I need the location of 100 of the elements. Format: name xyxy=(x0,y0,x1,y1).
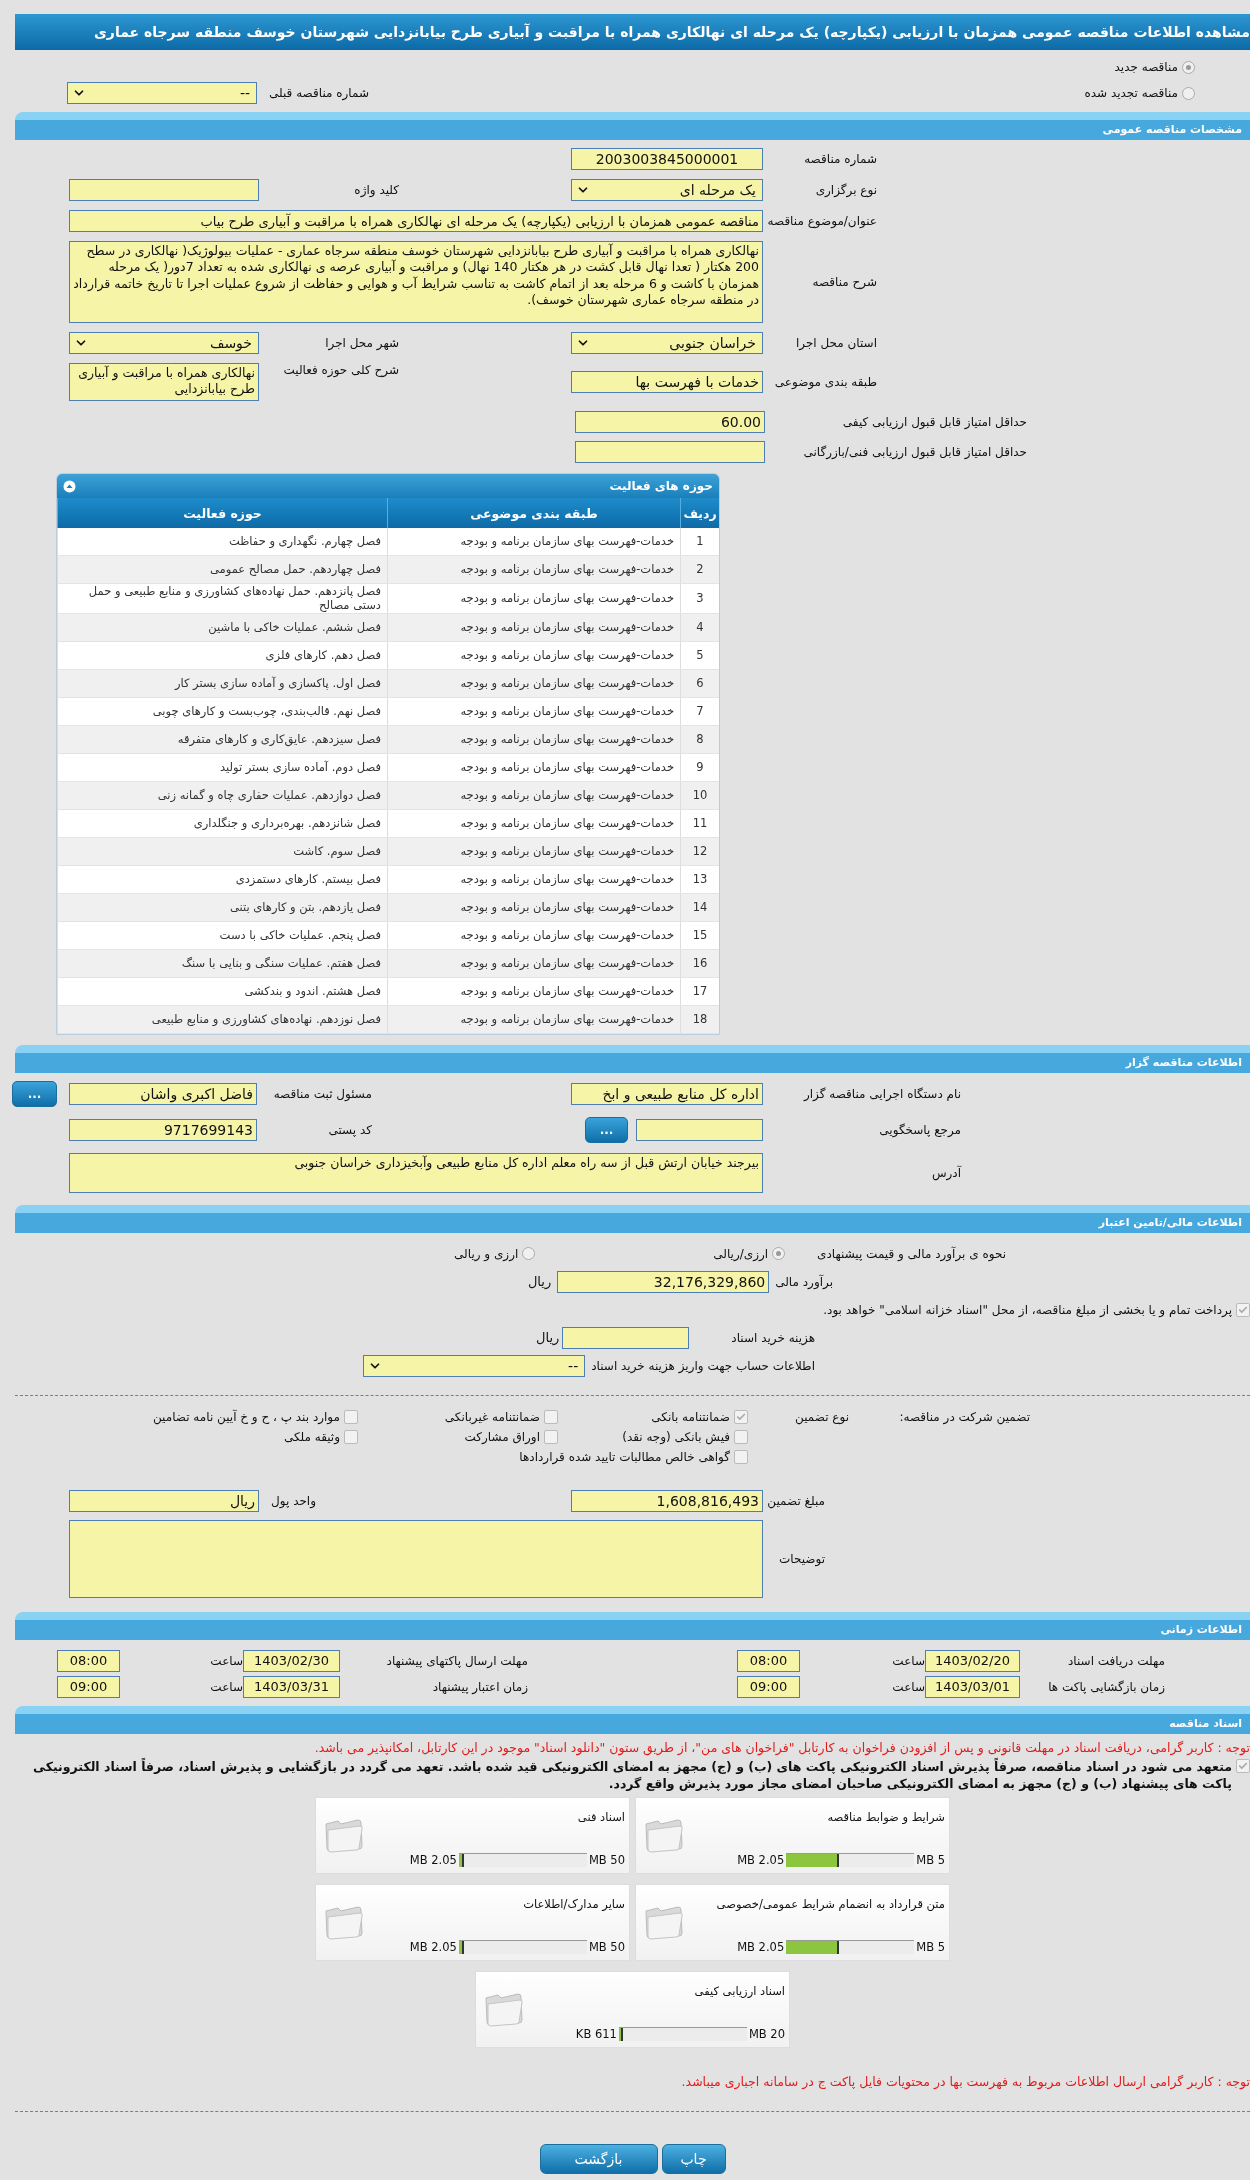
notice-text: توجه : کاربر گرامی ارسال اطلاعات مربوط به فهرست بها در محتویات فایل پاکت ج در سامانه اجباری میباشد. xyxy=(680,2073,1250,2089)
document-cost-field[interactable] xyxy=(562,1326,690,1349)
address-textarea[interactable]: بیرجند خیابان ارتش قبل از سه راه معلم اداره کل منابع طبیعی وآبخیزداری خراسان جنوبی xyxy=(69,1152,763,1193)
table-cell: خدمات-فهرست بهای سازمان برنامه و بودجه xyxy=(387,809,681,838)
table-cell: خدمات-فهرست بهای سازمان برنامه و بودجه xyxy=(387,1005,681,1034)
table-cell: خدمات-فهرست بهای سازمان برنامه و بودجه xyxy=(387,977,681,1006)
collapse-icon[interactable] xyxy=(63,479,76,493)
section-header: اطلاعات مناقصه گزار xyxy=(15,1044,1250,1073)
field-label: نوع تضمین xyxy=(794,1409,849,1424)
date-field[interactable]: 1403/02/30 xyxy=(243,1649,340,1672)
table-cell: 10 xyxy=(680,781,719,810)
table-cell: فصل چهاردهم. حمل مصالح عمومی xyxy=(57,555,388,584)
tender-number-field[interactable]: 2003003845000001 xyxy=(571,148,763,170)
max-size: 50 MB xyxy=(588,1852,625,1867)
checkbox[interactable] xyxy=(344,1409,358,1424)
technical-score-field[interactable] xyxy=(575,441,765,463)
table-cell: 7 xyxy=(680,697,719,726)
notes-textarea[interactable] xyxy=(69,1519,763,1598)
checkbox[interactable] xyxy=(1236,1302,1250,1317)
field-label: ساعت xyxy=(209,1653,243,1668)
checkbox[interactable] xyxy=(734,1409,748,1424)
radio-button[interactable] xyxy=(772,1247,786,1261)
checkbox[interactable] xyxy=(544,1429,558,1444)
checkbox[interactable] xyxy=(734,1429,748,1444)
table-cell: 2 xyxy=(680,555,719,584)
field-label: ساعت xyxy=(891,1679,925,1694)
radio-label: مناقصه تجدید شده xyxy=(1084,86,1178,100)
keyword-field[interactable] xyxy=(69,179,259,201)
account-select[interactable]: -- xyxy=(363,1354,586,1377)
checkbox[interactable] xyxy=(734,1449,748,1464)
field-label: شماره مناقصه xyxy=(803,152,877,166)
file-name: اسناد ارزیابی کیفی xyxy=(693,1983,785,1998)
browse-button[interactable]: ... xyxy=(585,1116,628,1143)
checkbox-label: اوراق مشارکت xyxy=(464,1429,540,1444)
checkbox-label: موارد بند پ ، ح و خ آیین نامه تضامین xyxy=(152,1409,340,1424)
print-button[interactable]: چاپ xyxy=(661,2143,726,2174)
province-select[interactable]: خراسان جنوبی xyxy=(571,332,763,354)
date-field[interactable]: 1403/03/01 xyxy=(925,1675,1020,1698)
table-cell: فصل چهارم. نگهداری و حفاظت xyxy=(57,528,388,556)
max-size: 5 MB xyxy=(916,1852,945,1867)
field-label: هزینه خرید اسناد xyxy=(731,1330,815,1345)
table-cell: خدمات-فهرست بهای سازمان برنامه و بودجه xyxy=(387,583,681,614)
time-field[interactable]: 08:00 xyxy=(737,1649,800,1672)
file-size: 2.05 MB xyxy=(737,1939,785,1954)
checkbox[interactable] xyxy=(344,1429,358,1444)
table-cell: 18 xyxy=(680,1005,719,1034)
checkbox[interactable] xyxy=(1236,1758,1250,1773)
table-cell: 8 xyxy=(680,725,719,754)
table-cell: 4 xyxy=(680,613,719,642)
radio-button[interactable] xyxy=(1182,86,1195,100)
field-label: مسئول ثبت مناقصه xyxy=(272,1086,372,1101)
table-cell: خدمات-فهرست بهای سازمان برنامه و بودجه xyxy=(387,949,681,978)
field-label: ساعت xyxy=(891,1653,925,1668)
max-size: 50 MB xyxy=(588,1939,625,1954)
field-label: شهر محل اجرا xyxy=(324,336,399,350)
time-field[interactable]: 09:00 xyxy=(737,1675,800,1698)
table-cell: فصل پنجم. عملیات خاکی با دست xyxy=(57,921,388,950)
commitment-text: متعهد می شود در اسناد مناقصه، صرفاً پذیرش اسناد الکترونیکی پاکت های (ب) و (ج) مجهز به امضای الکترونیکی قید شده باشد. تعهد می گردد در بازگشایی و پذیرش اسناد، صرفاً اسناد الکترونیکی پاکت های پیشنهاد (ب) و (ج) مجهز به امضای الکترونیکی صاحبان امضای مجاز مورد پذیرش واقع گردد. xyxy=(32,1758,1232,1793)
reference-field[interactable] xyxy=(636,1118,763,1141)
column-header: حوزه فعالیت xyxy=(57,498,388,528)
field-label: استان محل اجرا xyxy=(794,336,877,350)
max-size: 5 MB xyxy=(916,1939,945,1954)
postal-code-field[interactable]: 9717699143 xyxy=(69,1118,257,1141)
field-label: اطلاعات حساب جهت واریز هزینه خرید اسناد xyxy=(591,1358,815,1373)
file-size: 2.05 MB xyxy=(737,1852,785,1867)
table-cell: 6 xyxy=(680,669,719,698)
radio-label: ارزی و ریالی xyxy=(454,1246,519,1261)
back-button[interactable]: بازگشت xyxy=(539,2143,658,2174)
date-field[interactable]: 1403/02/20 xyxy=(925,1649,1020,1672)
previous-tender-select[interactable]: -- xyxy=(67,82,257,104)
registrar-field[interactable]: فاضل اکبری واشان xyxy=(69,1082,257,1105)
browse-button[interactable]: ... xyxy=(12,1080,57,1107)
radio-button[interactable] xyxy=(1182,60,1195,74)
time-field[interactable]: 08:00 xyxy=(57,1649,120,1672)
agency-field[interactable]: اداره کل منابع طبیعی و ابخ xyxy=(571,1082,763,1105)
field-label: شماره مناقصه قبلی xyxy=(269,86,369,100)
estimate-field[interactable]: 32,176,329,860 xyxy=(557,1270,770,1293)
activity-summary-textarea[interactable]: نهالکاری همراه با مراقبت و آبیاری طرح بیابانزدایی xyxy=(69,363,259,401)
field-label: توضیحات xyxy=(777,1551,825,1566)
unit-label: ریال xyxy=(527,1274,552,1290)
table-cell: خدمات-فهرست بهای سازمان برنامه و بودجه xyxy=(387,528,681,556)
radio-button[interactable] xyxy=(522,1247,536,1261)
city-select[interactable]: خوسف xyxy=(69,332,259,354)
time-field[interactable]: 09:00 xyxy=(57,1675,120,1698)
checkbox[interactable] xyxy=(544,1409,558,1424)
table-cell: 1 xyxy=(680,528,719,556)
quality-score-field[interactable]: 60.00 xyxy=(575,411,765,433)
checkbox-label: ضمانتنامه غیربانکی xyxy=(444,1409,540,1424)
category-field[interactable]: خدمات با فهرست بها xyxy=(571,371,763,393)
description-textarea[interactable]: نهالکاری همراه با مراقبت و آبیاری طرح بیابانزدایی شهرستان خوسف منطقه سرجاه عماری - عملیات بیولوژیک( نهالکاری در سطح 200 هکتار ( تعدا نهال قابل کشت در هر هکتار 140 نهال) و مراقبت و آبیاری عرصه ی نهالکاری شده به تعداد 7دور( یک مرحله همزمان با کاشت و 6 مرحله بعد از اتمام کاشت به تناسب شرایط آب و هوایی و حفاظت از شروع عملیات اجرا تا تاریخ خاتمه قرارداد در منطقه سرجاه عماری شهرستان خوسف). xyxy=(69,241,763,323)
table-cell: فصل پانزدهم. حمل نهاده‌های کشاورزی و منابع طبیعی و حمل دستی مصالح xyxy=(57,583,388,614)
currency-field[interactable]: ریال xyxy=(69,1489,259,1512)
date-field[interactable]: 1403/03/31 xyxy=(243,1675,340,1698)
field-label: زمان اعتبار پیشنهاد xyxy=(431,1679,528,1694)
guarantee-amount-field[interactable]: 1,608,816,493 xyxy=(571,1489,763,1512)
holding-type-select[interactable]: یک مرحله ای xyxy=(571,179,763,201)
file-name: شرایط و ضوابط مناقصه xyxy=(826,1809,945,1824)
checkbox-label: گواهی خالص مطالبات تایید شده قراردادها xyxy=(519,1449,730,1464)
subject-field[interactable]: مناقصه عمومی همزمان با ارزیابی (یکپارچه) یک مرحله ای نهالکاری همراه با مراقبت و آبیاری طرح بیاب xyxy=(69,210,763,232)
field-label: برآورد مالی xyxy=(775,1274,833,1289)
